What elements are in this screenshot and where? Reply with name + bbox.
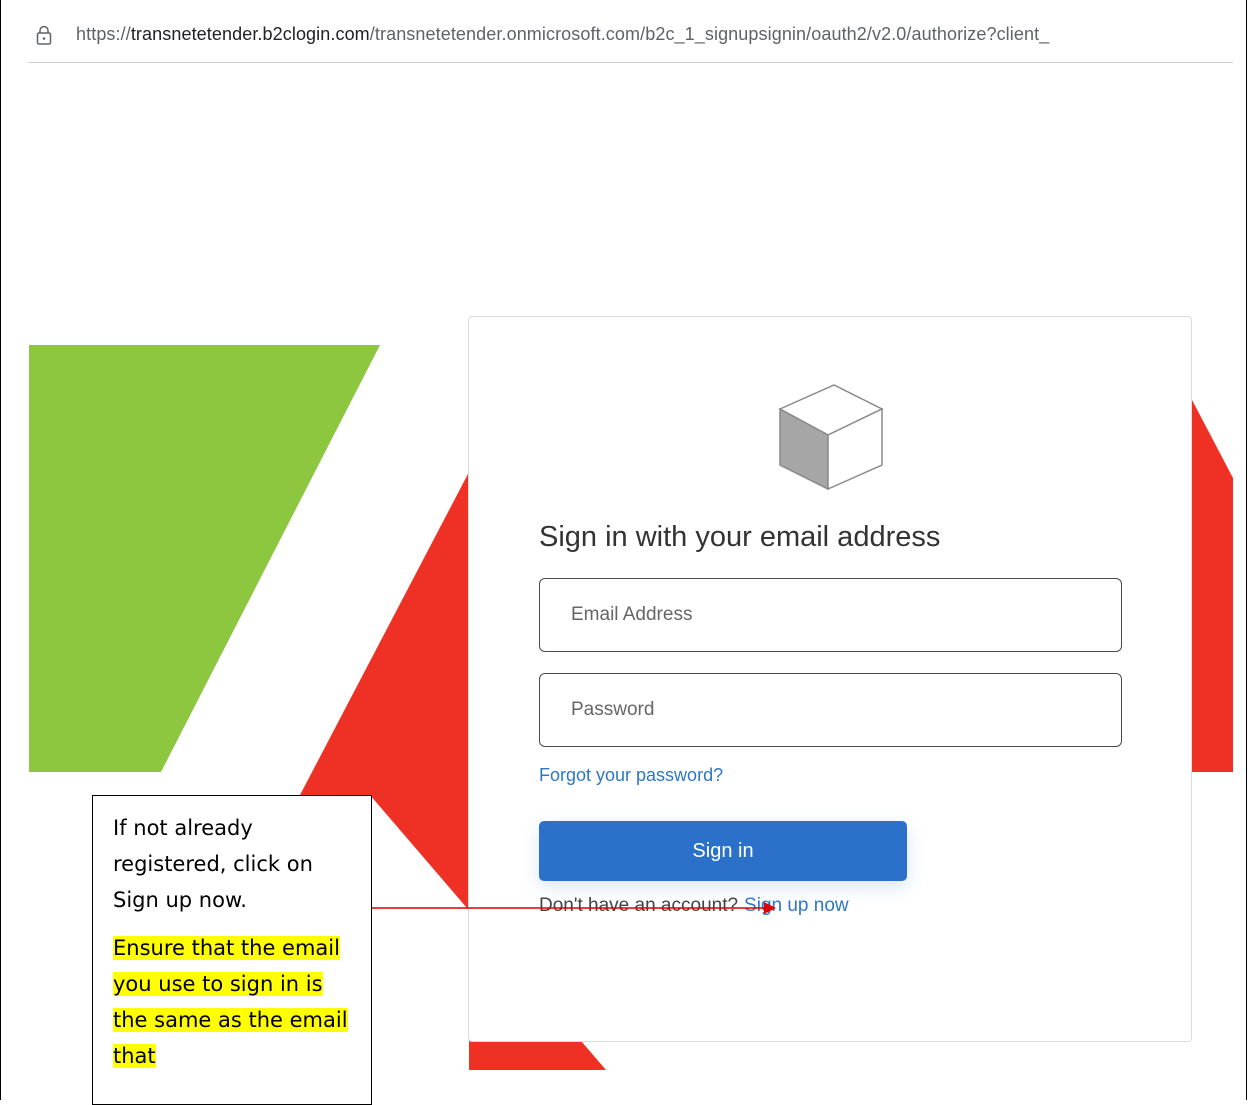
green-shape bbox=[29, 345, 380, 772]
password-field[interactable] bbox=[539, 673, 1122, 747]
no-account-text: Don't have an account? bbox=[539, 895, 739, 916]
page-title: Sign in with your email address bbox=[539, 521, 941, 553]
sign-in-button[interactable]: Sign in bbox=[539, 821, 907, 881]
instruction-callout: If not already registered, click on Sign… bbox=[92, 795, 372, 1105]
red-shape-right bbox=[1191, 398, 1233, 772]
email-field[interactable] bbox=[539, 578, 1122, 652]
signup-prompt: Don't have an account? Sign up now bbox=[539, 895, 849, 917]
highlighted-warning: Ensure that the email you use to sign in… bbox=[113, 936, 348, 1068]
forgot-password-link[interactable]: Forgot your password? bbox=[539, 765, 723, 786]
sign-up-link[interactable]: Sign up now bbox=[744, 895, 849, 916]
callout-instruction: If not already registered, click on Sign… bbox=[113, 816, 313, 912]
signin-card: Sign in with your email address Forgot y… bbox=[468, 316, 1192, 1042]
cube-icon bbox=[778, 384, 884, 491]
callout-warning: Ensure that the email you use to sign in… bbox=[113, 930, 351, 1074]
